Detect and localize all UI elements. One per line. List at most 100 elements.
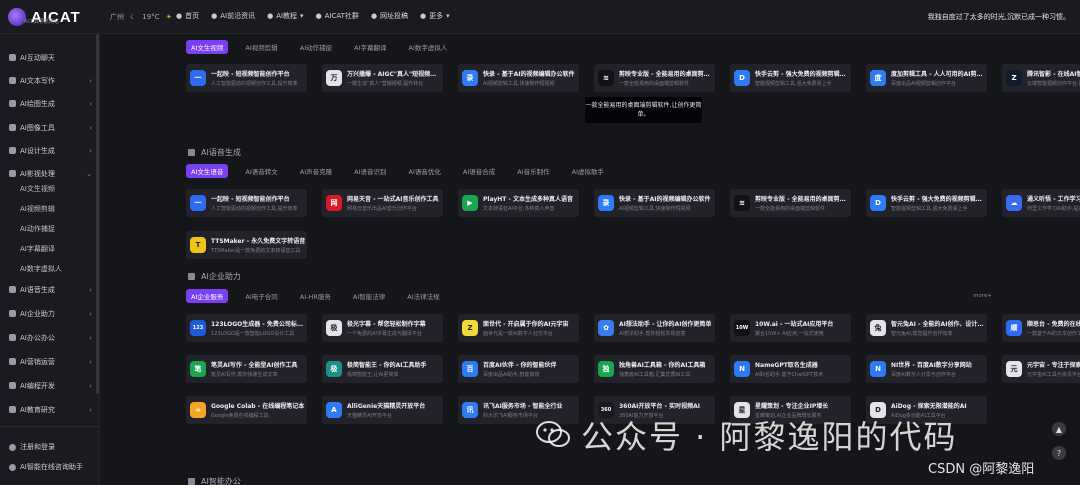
tool-description: 面世代是一款AI数字人社交平台 bbox=[483, 331, 553, 337]
chevron-icon: › bbox=[89, 357, 92, 366]
tool-card[interactable]: ▶ PlayHT - 文本生成多种真人语音 文本转语音AI平台,多种真人声音 bbox=[458, 189, 579, 217]
tab-1[interactable]: AI电子合同 bbox=[240, 289, 282, 303]
sidebar: AI互动聊天 AI文本写作 › AI绘图生成 › AI图像工具 › AI设计生成 › AI影视处理… bbox=[0, 34, 100, 485]
sidebar-item-1[interactable]: AI文本写作 › bbox=[0, 69, 100, 92]
sidebar-item-after-5[interactable]: AI教育研究 › bbox=[0, 398, 100, 421]
tool-description: 智能视频剪辑工具,强大免费易上手 bbox=[891, 206, 968, 212]
tool-card[interactable]: 极极光字幕 - 帮您轻松制作字幕 一个免费的AI字幕生成与翻译平台 bbox=[322, 314, 443, 342]
nav-item-2[interactable]: ● AI教程 ▾ bbox=[267, 11, 303, 21]
sidebar-item-3[interactable]: AI图像工具 › bbox=[0, 116, 100, 139]
tool-text: 百度AI伙伴 - 你的智能伙伴 百度出品AI助手,智能高效 bbox=[483, 360, 578, 378]
tool-card[interactable]: T TTSMaker - 永久免费文字转语音 TTSMaker是一款免费的文本转语音… bbox=[186, 231, 307, 259]
tool-card[interactable]: 顺顺思台 - 免费的在线文本创作平台一款基于AI的文本创作工具 bbox=[1002, 314, 1080, 342]
chevron-down-icon: ▾ bbox=[446, 12, 450, 20]
tool-description: 人工智能驱动的视频创作工具,提升效率 bbox=[211, 206, 298, 212]
tool-card[interactable]: 百百度AI伙伴 - 你的智能伙伴 百度出品AI助手,智能高效 bbox=[458, 355, 579, 383]
tool-logo-icon: 一 bbox=[190, 195, 206, 211]
csdn-watermark: CSDN @阿黎逸阳 bbox=[928, 462, 1035, 477]
sidebar-item-4[interactable]: AI设计生成 › bbox=[0, 139, 100, 162]
tool-card[interactable]: ≋ 剪映专业版 - 全能易用的桌面剪辑软件 一款全能易用的桌面端剪辑软件 bbox=[594, 64, 715, 92]
tool-card[interactable]: ∞ Google Colab - 在线编程笔记本 Google免费在线编程工具 bbox=[186, 396, 307, 424]
tool-card[interactable]: 网网易天音 - 一站式AI音乐创作工具 网易云音乐出品AI音乐创作平台 bbox=[322, 189, 443, 217]
sidebar-subitem-3[interactable]: AI字幕翻译 bbox=[20, 244, 55, 254]
tool-card[interactable]: N NI世界 - 百度AI数字分享网站 百度AI数字人分享与创作平台 bbox=[866, 355, 987, 383]
tool-text: NI世界 - 百度AI数字分享网站 百度AI数字人分享与创作平台 bbox=[891, 360, 986, 378]
sidebar-item-after-1[interactable]: AI企业助力 › bbox=[0, 302, 100, 325]
nav-item-0[interactable]: ● 首页 bbox=[176, 11, 199, 21]
nav-item-5[interactable]: ● 更多 ▾ bbox=[420, 11, 450, 21]
tab-4[interactable]: AI法律法规 bbox=[402, 289, 444, 303]
tool-text: 快手云剪 - 强大免费的视频剪辑工具 智能视频剪辑工具,强大免费易上手 bbox=[891, 194, 986, 212]
more-link[interactable]: more+ bbox=[973, 293, 992, 299]
tab-4[interactable]: AI数字虚拟人 bbox=[404, 40, 453, 54]
sidebar-item-0[interactable]: AI互动聊天 bbox=[0, 46, 100, 69]
tool-description: AI想法助手,帮你轻松实现创意 bbox=[619, 331, 686, 337]
tab-3[interactable]: AI字幕翻译 bbox=[349, 40, 391, 54]
tool-card[interactable]: Z 面世代 - 开启属于你的AI元宇宙 面世代是一款AI数字人社交平台 bbox=[458, 314, 579, 342]
tool-card[interactable]: D 快手云剪 - 强大免费的视频剪辑工具 智能视频剪辑工具,强大免费易上手 bbox=[866, 189, 987, 217]
chevron-icon: › bbox=[89, 146, 92, 155]
tab-3[interactable]: AI智能法律 bbox=[348, 289, 390, 303]
tab-3[interactable]: AI语音识别 bbox=[349, 164, 391, 178]
tab-0[interactable]: AI企业服务 bbox=[186, 289, 229, 303]
sidebar-item-after-2[interactable]: AI办公办公 › bbox=[0, 326, 100, 349]
sidebar-bottom-1[interactable]: AI智能在线咨询助手 bbox=[0, 457, 100, 477]
tool-card[interactable]: 录快录 - 基于AI的视频编辑办公软件 AI视频剪辑工具,快速制作短视频 bbox=[458, 64, 579, 92]
temperature: 19°C bbox=[142, 13, 160, 21]
tool-card[interactable]: 10W 10W.ai - 一站式AI应用平台 聚合10W+ AI应用,一站式使用 bbox=[730, 314, 851, 342]
nav-item-4[interactable]: ● 网址投稿 bbox=[371, 11, 408, 21]
sidebar-item-2[interactable]: AI绘图生成 › bbox=[0, 92, 100, 115]
tab-1[interactable]: AI语音转文 bbox=[240, 164, 282, 178]
tab-5[interactable]: AI语音合成 bbox=[458, 164, 500, 178]
tab-0[interactable]: AI文生语音 bbox=[186, 164, 229, 178]
sidebar-subitem-0[interactable]: AI文生视频 bbox=[20, 184, 55, 194]
tab-0[interactable]: AI文生视频 bbox=[186, 40, 229, 54]
tool-title: 星耀策划 - 专注企业IP增长 bbox=[755, 403, 829, 410]
tab-2[interactable]: AI声音克隆 bbox=[295, 164, 337, 178]
sidebar-bottom-0[interactable]: 注册和登录 bbox=[0, 437, 100, 457]
tool-card[interactable]: ☁ 通义听悟 - 工作学习AI助手阿里工作学习AI助手,提高效率 bbox=[1002, 189, 1080, 217]
tab-row: AI文生视频 AI视频剪辑 AI动作捕捉 AI字幕翻译 AI数字虚拟人 bbox=[186, 40, 452, 54]
tool-card[interactable]: 度度加剪辑工具 - 人人可用的AI剪辑工具 百度出品AI视频剪辑创作平台 bbox=[866, 64, 987, 92]
tool-card[interactable]: 123 123LOGO生成器 - 免费公司标志设计 123LOGO是一款智能LOGO… bbox=[186, 314, 307, 342]
sidebar-subitem-1[interactable]: AI视频剪辑 bbox=[20, 204, 55, 214]
back-to-top-button[interactable]: ▲ bbox=[1052, 422, 1066, 436]
tab-7[interactable]: AI虚拟歌手 bbox=[567, 164, 609, 178]
nav-item-1[interactable]: ● AI前沿资讯 bbox=[211, 11, 255, 21]
tool-card[interactable]: ✿ AI想法助手 - 让你的AI创作更简单 AI想法助手,帮你轻松实现创意 bbox=[594, 314, 715, 342]
tool-card[interactable]: N NameGPT取名生成器 AI取名助手,基于ChatGPT技术 bbox=[730, 355, 851, 383]
tool-logo-icon: 123 bbox=[190, 320, 206, 336]
tool-card[interactable]: Z 腾讯智影 - 在线AI智能视频创作云端智能视频创作平台,提升效率 bbox=[1002, 64, 1080, 92]
weather-widget[interactable]: 广州 ☾ 19°C ☀ bbox=[110, 12, 172, 22]
tool-card[interactable]: 元元宇宙 - 专注于探索元宇宙与AI 元宇宙AI工具与资讯平台 bbox=[1002, 355, 1080, 383]
tool-card[interactable]: 笔笔灵AI写作 - 全能型AI创作工具 笔灵AI写作,帮你快速生成文章 bbox=[186, 355, 307, 383]
help-button[interactable]: ? bbox=[1052, 446, 1066, 460]
tab-2[interactable]: AI-HR服务 bbox=[295, 289, 336, 303]
sidebar-subitem-2[interactable]: AI动作捕捉 bbox=[20, 224, 55, 234]
tool-card[interactable]: 极极简智能王 - 你的AI工具助手 极简智能王,让AI更简单 bbox=[322, 355, 443, 383]
sidebar-item-after-3[interactable]: AI营销运营 › bbox=[0, 350, 100, 373]
tab-4[interactable]: AI语音优化 bbox=[404, 164, 446, 178]
sidebar-item-after-4[interactable]: AI编程开发 › bbox=[0, 374, 100, 397]
tab-2[interactable]: AI动作捕捉 bbox=[295, 40, 337, 54]
tool-description: 聚合10W+ AI应用,一站式使用 bbox=[755, 331, 824, 337]
tool-card[interactable]: 一一起映 - 短视频智能创作平台 人工智能驱动的视频创作工具,提升效率 bbox=[186, 64, 307, 92]
tool-card[interactable]: A AlliGenie天猫精灵开放平台 天猫精灵AI开放平台 bbox=[322, 396, 443, 424]
sidebar-item-after-0[interactable]: AI语音生成 › bbox=[0, 278, 100, 301]
tool-card[interactable]: 录快录 - 基于AI的视频编辑办公软件 AI视频剪辑工具,快速制作短视频 bbox=[594, 189, 715, 217]
tool-card[interactable]: 独独角兽AI工具箱 - 你的AI工具箱 独角兽AI工具箱,汇集优质AI工具 bbox=[594, 355, 715, 383]
tab-1[interactable]: AI视频剪辑 bbox=[240, 40, 282, 54]
tool-text: 笔灵AI写作 - 全能型AI创作工具 笔灵AI写作,帮你快速生成文章 bbox=[211, 360, 306, 378]
tool-card[interactable]: ≋ 剪映专业版 - 全能易用的桌面剪辑软件 一款全能易用的桌面端剪辑软件 bbox=[730, 189, 851, 217]
tool-card[interactable]: 一一起映 - 短视频智能创作平台 人工智能驱动的视频创作工具,提升效率 bbox=[186, 189, 307, 217]
sidebar-subitem-4[interactable]: AI数字虚拟人 bbox=[20, 264, 62, 274]
sidebar-item-5[interactable]: AI影视处理 ⌄ bbox=[0, 162, 100, 185]
section-title-label: AI语音生成 bbox=[201, 148, 241, 157]
nav-item-3[interactable]: ● AICAT社群 bbox=[316, 11, 359, 21]
tool-card[interactable]: 万万兴播爆 - AIGC"真人"短视频营销 一键生成"真人"营销视频,提升转化 bbox=[322, 64, 443, 92]
tool-card[interactable]: D 快手云剪 - 强大免费的视频剪辑工具 智能视频剪辑工具,强大免费易上手 bbox=[730, 64, 851, 92]
sidebar-scrollbar[interactable] bbox=[96, 34, 99, 394]
tab-6[interactable]: AI音乐制作 bbox=[512, 164, 554, 178]
tool-card[interactable]: 兔智元兔AI - 全能的AI创作、设计平台 智元兔AI,帮您提升创作效率 bbox=[866, 314, 987, 342]
office-section-title: AI智能办公 bbox=[188, 476, 241, 485]
